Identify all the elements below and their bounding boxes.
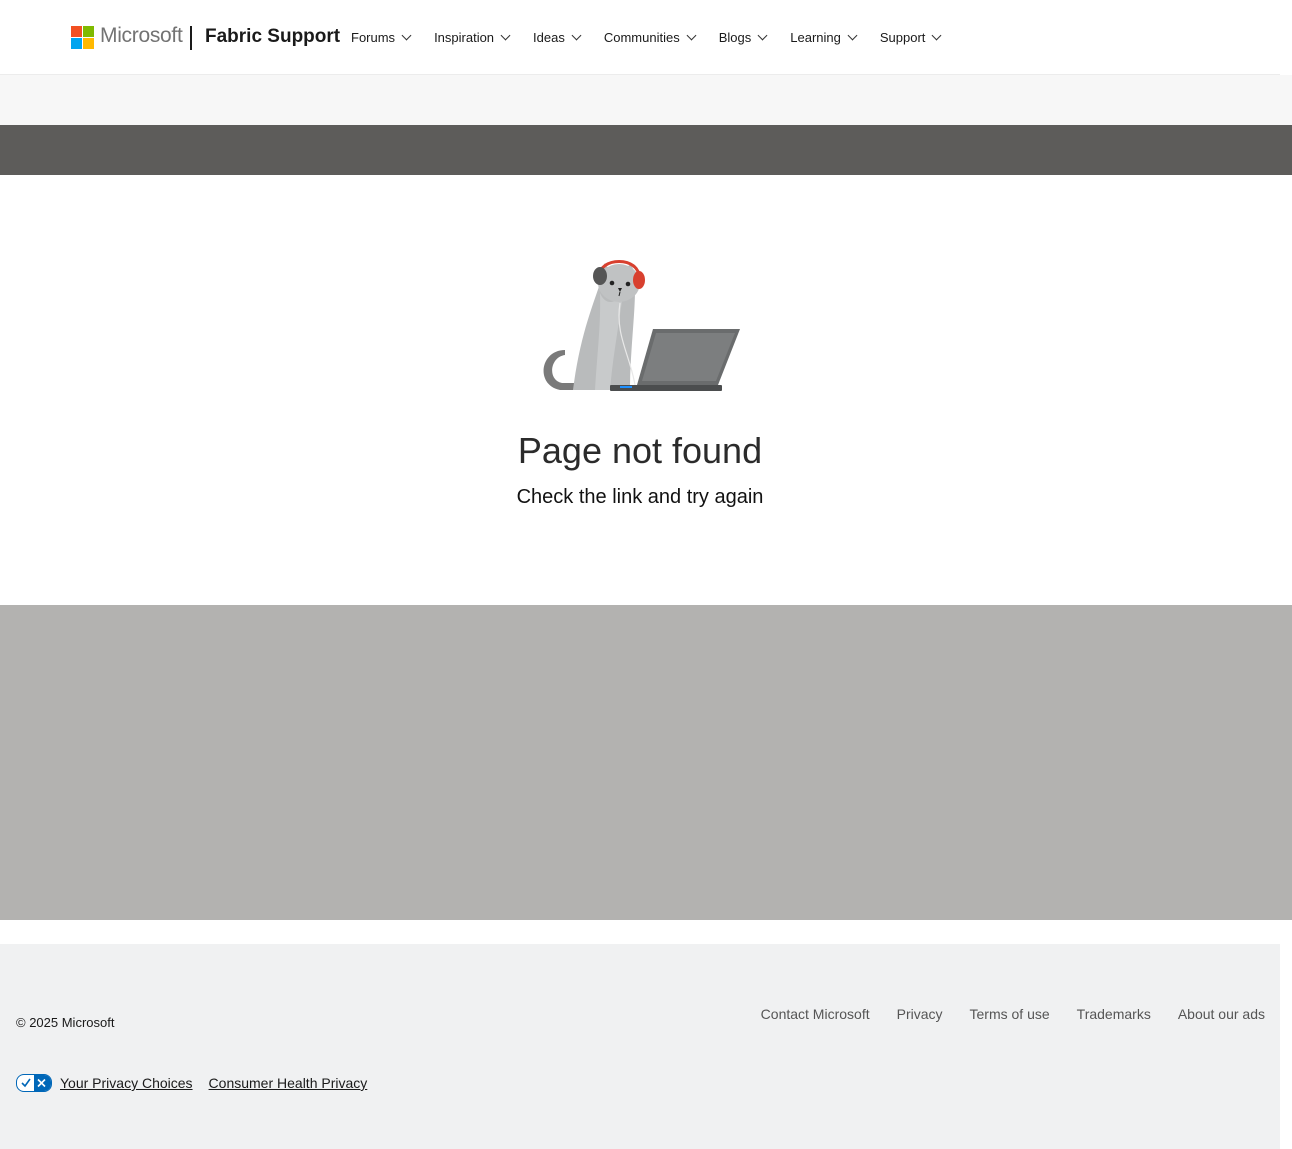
chevron-down-icon	[686, 30, 697, 41]
light-banner	[0, 75, 1292, 125]
privacy-choices-link[interactable]: Your Privacy Choices	[60, 1075, 193, 1091]
consumer-health-privacy-link[interactable]: Consumer Health Privacy	[209, 1075, 368, 1091]
site-title[interactable]: Fabric Support	[205, 26, 340, 48]
chevron-down-icon	[500, 30, 511, 41]
nav-communities[interactable]: Communities	[604, 30, 697, 45]
footer-link-privacy[interactable]: Privacy	[897, 1006, 943, 1022]
page-title: Page not found	[517, 430, 763, 471]
site-header: Microsoft Fabric Support Forums Inspirat…	[0, 0, 1280, 75]
chevron-down-icon	[401, 30, 412, 41]
nav-inspiration[interactable]: Inspiration	[434, 30, 511, 45]
nav-blogs[interactable]: Blogs	[719, 30, 768, 45]
dark-banner	[0, 125, 1292, 175]
footer-links: Contact Microsoft Privacy Terms of use T…	[734, 1006, 1265, 1022]
footer-link-about-ads[interactable]: About our ads	[1178, 1006, 1265, 1022]
nav-forums[interactable]: Forums	[351, 30, 412, 45]
footer-link-terms[interactable]: Terms of use	[970, 1006, 1050, 1022]
nav-learning[interactable]: Learning	[790, 30, 858, 45]
cat-with-laptop-illustration	[543, 260, 740, 391]
nav-support[interactable]: Support	[880, 30, 942, 45]
chevron-down-icon	[571, 30, 582, 41]
microsoft-wordmark[interactable]: Microsoft	[100, 24, 183, 48]
gray-content-band	[0, 605, 1292, 920]
microsoft-logo-icon[interactable]	[71, 26, 94, 49]
chevron-down-icon	[757, 30, 768, 41]
copyright-text: © 2025 Microsoft	[16, 1015, 115, 1030]
footer-link-contact[interactable]: Contact Microsoft	[761, 1006, 870, 1022]
footer-link-trademarks[interactable]: Trademarks	[1077, 1006, 1151, 1022]
chevron-down-icon	[931, 30, 942, 41]
site-footer: © 2025 Microsoft Contact Microsoft Priva…	[0, 944, 1280, 1149]
chevron-down-icon	[847, 30, 858, 41]
page-subtitle: Check the link and try again	[516, 486, 764, 508]
nav-ideas[interactable]: Ideas	[533, 30, 582, 45]
privacy-row: Your Privacy Choices Consumer Health Pri…	[16, 1074, 375, 1092]
header-divider	[190, 26, 192, 50]
privacy-choices-icon[interactable]	[16, 1074, 52, 1092]
main-nav: Forums Inspiration Ideas Communities Blo…	[351, 30, 964, 45]
